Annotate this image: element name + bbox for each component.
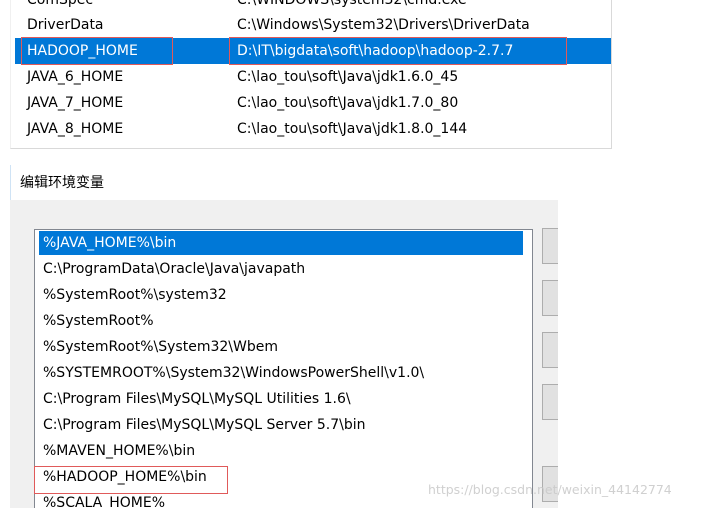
path-entry-text: %HADOOP_HOME%\bin xyxy=(43,469,207,485)
list-item[interactable]: C:\Program Files\MySQL\MySQL Server 5.7\… xyxy=(39,413,523,437)
env-var-value: C:\lao_tou\soft\Java\jdk1.8.0_144 xyxy=(237,121,468,137)
env-var-name: JAVA_7_HOME xyxy=(27,95,124,111)
list-item[interactable]: %SystemRoot%\System32\Wbem xyxy=(39,335,523,359)
edit-env-dialog: %JAVA_HOME%\bin C:\ProgramData\Oracle\Ja… xyxy=(10,200,558,508)
env-row-java-8-home[interactable]: JAVA_8_HOME C:\lao_tou\soft\Java\jdk1.8.… xyxy=(15,116,611,142)
list-item[interactable]: %JAVA_HOME%\bin xyxy=(39,231,523,255)
path-entry-text: %SystemRoot%\System32\Wbem xyxy=(43,339,278,355)
list-item[interactable]: C:\ProgramData\Oracle\Java\javapath xyxy=(39,257,523,281)
env-row-java-6-home[interactable]: JAVA_6_HOME C:\lao_tou\soft\Java\jdk1.6.… xyxy=(15,64,611,90)
env-row-driverdata[interactable]: DriverData C:\Windows\System32\Drivers\D… xyxy=(15,12,611,38)
path-entry-text: C:\Program Files\MySQL\MySQL Server 5.7\… xyxy=(43,417,366,433)
env-var-name: HADOOP_HOME xyxy=(27,43,138,59)
env-row-hadoop-home[interactable]: HADOOP_HOME D:\IT\bigdata\soft\hadoop\ha… xyxy=(15,38,611,64)
list-item[interactable]: C:\Program Files\MySQL\MySQL Utilities 1… xyxy=(39,387,523,411)
path-entry-text: C:\Program Files\MySQL\MySQL Utilities 1… xyxy=(43,391,351,407)
path-entry-text: %SystemRoot%\system32 xyxy=(43,287,227,303)
env-var-name: JAVA_6_HOME xyxy=(27,69,124,85)
delete-button[interactable] xyxy=(542,384,558,420)
list-item[interactable]: %SystemRoot%\system32 xyxy=(39,283,523,307)
edit-button[interactable] xyxy=(542,280,558,316)
path-entry-text: %JAVA_HOME%\bin xyxy=(43,235,177,251)
browse-button[interactable] xyxy=(542,332,558,368)
env-var-value: C:\lao_tou\soft\Java\jdk1.6.0_45 xyxy=(237,69,459,85)
path-entry-text: %SYSTEMROOT%\System32\WindowsPowerShell\… xyxy=(43,365,425,381)
env-var-name: DriverData xyxy=(27,17,104,33)
dialog-title: 编辑环境变量 xyxy=(20,175,104,191)
env-var-value: C:\lao_tou\soft\Java\jdk1.7.0_80 xyxy=(237,95,459,111)
path-list[interactable]: %JAVA_HOME%\bin C:\ProgramData\Oracle\Ja… xyxy=(34,229,533,508)
env-var-name: JAVA_8_HOME xyxy=(27,121,124,137)
env-row-java-7-home[interactable]: JAVA_7_HOME C:\lao_tou\soft\Java\jdk1.7.… xyxy=(15,90,611,116)
list-item[interactable]: %SYSTEMROOT%\System32\WindowsPowerShell\… xyxy=(39,361,523,385)
new-button[interactable] xyxy=(542,228,558,264)
list-item[interactable]: %SystemRoot% xyxy=(39,309,523,333)
path-entry-text: %SCALA_HOME% xyxy=(43,495,166,508)
list-item[interactable]: %MAVEN_HOME%\bin xyxy=(39,439,523,463)
path-entry-text: %MAVEN_HOME%\bin xyxy=(43,443,196,459)
watermark: https://blog.csdn.net/weixin_44142774 xyxy=(428,482,672,497)
env-var-value: D:\IT\bigdata\soft\hadoop\hadoop-2.7.7 xyxy=(237,43,514,59)
environment-variable-table: ComSpec C:\WINDOWS\system32\cmd.exe Driv… xyxy=(10,0,612,149)
env-var-value: C:\Windows\System32\Drivers\DriverData xyxy=(237,17,530,33)
path-entry-text: %SystemRoot% xyxy=(43,313,154,329)
path-entry-text: C:\ProgramData\Oracle\Java\javapath xyxy=(43,261,306,277)
